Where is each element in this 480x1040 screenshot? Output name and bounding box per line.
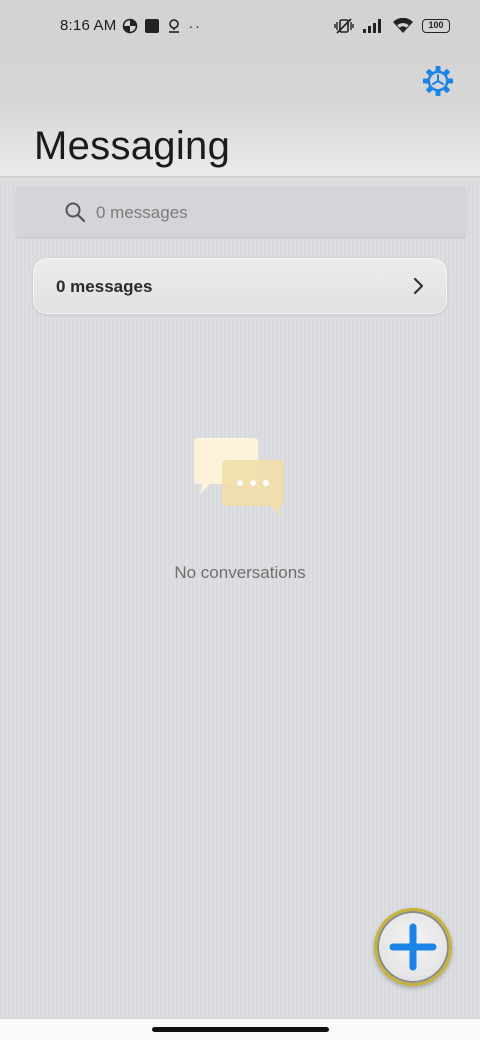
empty-state-text: No conversations <box>174 563 306 582</box>
location-pin-icon <box>169 18 180 33</box>
signal-icon <box>363 19 381 33</box>
search-bar[interactable] <box>16 187 466 237</box>
search-input[interactable] <box>96 200 456 226</box>
messages-row[interactable]: 0 messages <box>33 258 447 314</box>
chat-bubbles-icon <box>194 438 284 516</box>
search-icon <box>65 202 86 223</box>
status-overflow-dots: ·· <box>188 17 202 34</box>
navigation-bar <box>0 1019 480 1040</box>
status-right: 100 <box>334 17 450 35</box>
messages-row-label: 0 messages <box>56 277 153 296</box>
plus-icon <box>389 923 437 971</box>
status-bar: 8:16 AM ·· 100 <box>0 0 480 56</box>
chevron-right-icon <box>413 277 424 295</box>
gear-icon <box>423 66 453 96</box>
square-notification-icon <box>145 18 160 33</box>
wifi-icon <box>393 18 413 33</box>
battery-indicator: 100 <box>422 19 450 33</box>
new-conversation-button[interactable] <box>374 908 452 986</box>
data-saver-icon <box>123 18 138 33</box>
page-title: Messaging <box>34 124 231 168</box>
home-indicator[interactable] <box>152 1027 329 1032</box>
settings-button[interactable] <box>421 64 455 98</box>
vibrate-mute-icon <box>334 18 354 34</box>
status-time: 8:16 AM <box>60 17 117 34</box>
status-left: 8:16 AM ·· <box>60 17 202 34</box>
